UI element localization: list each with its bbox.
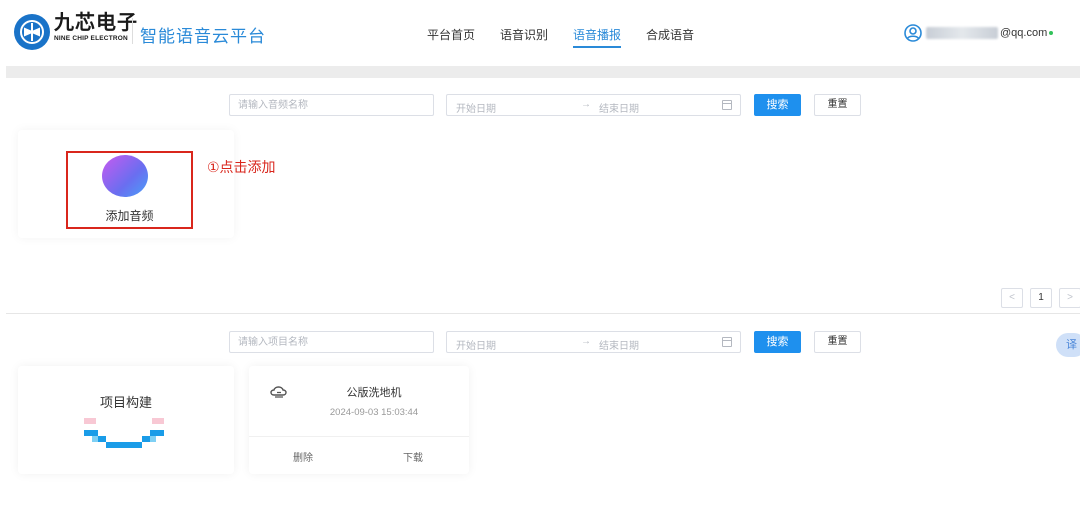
audio-date-range-picker[interactable]: 开始日期 → 结束日期 — [446, 94, 741, 116]
project-reset-button[interactable]: 重置 — [814, 331, 861, 353]
start-date-placeholder: 开始日期 — [456, 104, 496, 115]
range-arrow: → — [581, 99, 591, 110]
end-date-placeholder: 结束日期 — [599, 104, 639, 115]
project-search-button[interactable]: 搜索 — [754, 331, 801, 353]
header-separator-band — [6, 66, 1080, 78]
online-status-dot — [1049, 31, 1054, 35]
audio-search-button[interactable]: 搜索 — [754, 94, 801, 116]
project-build-card[interactable]: 项目构建 — [18, 366, 234, 474]
annotation-highlight-box — [66, 151, 193, 229]
audio-reset-button[interactable]: 重置 — [814, 94, 861, 116]
top-header: 九芯电子 NINE CHIP ELECTRON 智能语音云平台 平台首页 语音识… — [0, 0, 1080, 66]
start-date-placeholder: 开始日期 — [456, 341, 496, 352]
user-account[interactable]: @qq.com — [904, 24, 1054, 42]
project-item-name: 公版洗地机 — [346, 387, 402, 399]
range-arrow: → — [581, 336, 591, 347]
audio-name-search-input[interactable] — [229, 94, 434, 116]
project-item-date: 2024-09-03 15:03:44 — [329, 407, 419, 418]
calendar-icon — [722, 100, 732, 110]
project-build-title: 项目构建 — [99, 395, 152, 410]
user-icon — [904, 24, 922, 42]
project-date-range-picker[interactable]: 开始日期 → 结束日期 — [446, 331, 741, 353]
nav-voice-broadcast[interactable]: 语音播报 — [573, 26, 622, 48]
user-email: @qq.com — [1000, 27, 1048, 39]
project-name-search-input[interactable] — [229, 331, 434, 353]
delete-button[interactable]: 删除 — [293, 449, 313, 464]
next-page-button[interactable]: > — [1059, 288, 1080, 308]
section-divider — [6, 313, 1080, 314]
end-date-placeholder: 结束日期 — [599, 341, 639, 352]
floating-translate-button[interactable]: 译 — [1056, 333, 1080, 357]
nav-speech-synthesis[interactable]: 合成语音 — [646, 26, 694, 43]
project-item-actions: 删除 下载 — [249, 436, 469, 474]
nav-home[interactable]: 平台首页 — [427, 26, 475, 43]
calendar-icon — [722, 337, 732, 347]
nav-speech-recognition[interactable]: 语音识别 — [500, 26, 548, 43]
page-number-button[interactable]: 1 — [1030, 288, 1052, 308]
prev-page-button[interactable]: < — [1001, 288, 1023, 308]
annotation-click-to-add: ①点击添加 — [207, 159, 276, 175]
project-item-card[interactable]: 公版洗地机 2024-09-03 15:03:44 删除 下载 — [249, 366, 469, 474]
download-button[interactable]: 下载 — [403, 449, 423, 464]
user-email-redacted — [926, 27, 998, 39]
pixel-smile-icon — [84, 418, 164, 448]
